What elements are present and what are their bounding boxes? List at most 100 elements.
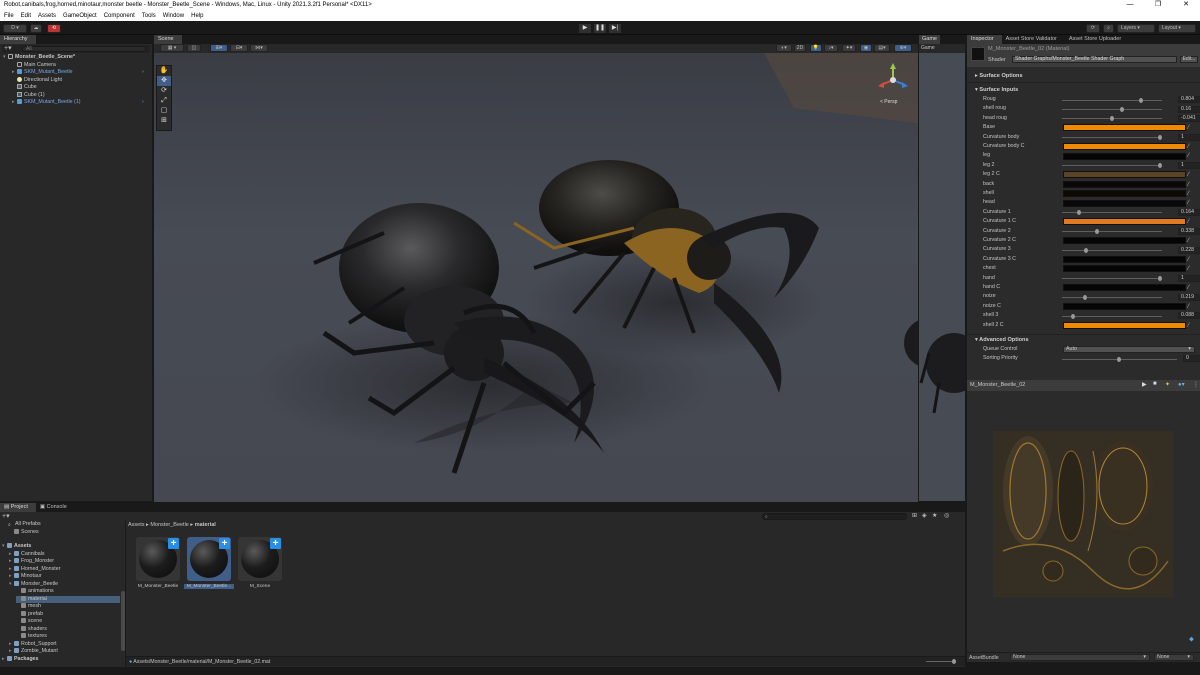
material-asset-thumbnail[interactable]: + — [136, 537, 180, 581]
project-folder-row[interactable]: ▾ Assets — [2, 543, 31, 551]
color-swatch[interactable] — [1063, 124, 1186, 132]
property-value-field[interactable]: 1 — [1178, 161, 1200, 169]
property-value-field[interactable]: 1 — [1178, 274, 1200, 282]
add-to-scene-icon[interactable]: + — [168, 538, 179, 549]
preview-stop-icon[interactable]: ■ — [1153, 381, 1157, 387]
project-folder-row[interactable]: ▸ Packages — [2, 655, 38, 664]
slider-knob[interactable] — [1158, 163, 1162, 169]
layout-dropdown[interactable]: Layout ▾ — [1158, 24, 1196, 33]
hierarchy-search-input[interactable]: All — [22, 46, 146, 52]
project-folder-row[interactable]: scene — [16, 618, 42, 626]
collab-icon[interactable]: ⟲ — [47, 24, 61, 33]
add-icon[interactable]: +▾ — [2, 512, 10, 521]
material-asset-thumbnail[interactable]: + — [187, 537, 231, 581]
color-swatch[interactable] — [1063, 199, 1186, 207]
project-folder-row[interactable]: ▸ Cannibals — [9, 550, 45, 559]
project-folder-row[interactable]: material — [16, 595, 120, 603]
color-swatch[interactable] — [1063, 237, 1186, 245]
visibility-icon[interactable]: ◎ — [944, 512, 949, 521]
star-icon[interactable]: ★ — [932, 512, 937, 521]
surface-options-foldout[interactable]: ▸ Surface Options — [975, 71, 1023, 81]
slider-knob[interactable] — [952, 659, 956, 664]
snap-dropdown[interactable]: ⋈▾ — [250, 44, 268, 52]
slider-knob[interactable] — [1158, 135, 1162, 141]
history-icon[interactable]: ⟳ — [1086, 24, 1100, 33]
property-slider[interactable] — [1062, 116, 1162, 122]
shading-mode-dropdown[interactable]: ◐▾ — [776, 44, 792, 52]
thumbnail-size-slider[interactable] — [926, 659, 956, 664]
tab-game[interactable]: Game — [919, 35, 940, 44]
property-slider[interactable] — [1062, 229, 1162, 235]
slider-knob[interactable] — [1158, 276, 1162, 282]
cloud-icon[interactable]: ☁ — [30, 24, 42, 33]
slider-knob[interactable] — [1070, 313, 1075, 319]
color-swatch[interactable] — [1063, 152, 1186, 160]
favorite-scenes[interactable]: Scenes — [14, 528, 39, 537]
effects-dropdown[interactable]: ✦▾ — [842, 44, 856, 52]
color-swatch[interactable] — [1063, 284, 1186, 292]
tab-scene[interactable]: Scene — [154, 35, 182, 44]
property-value-field[interactable]: -0.041 — [1178, 114, 1200, 122]
surface-inputs-foldout[interactable]: ▾ Surface Inputs — [975, 85, 1018, 95]
material-asset-label[interactable]: M_Monster_Beetle — [133, 584, 183, 589]
property-value-field[interactable]: 0.228 — [1178, 246, 1200, 254]
tree-scrollbar[interactable] — [121, 591, 125, 651]
draw-mode-dropdown[interactable]: ▦ ▾ — [160, 44, 184, 52]
menu-file[interactable]: File — [4, 13, 14, 19]
lighting-toggle[interactable]: 💡 — [810, 44, 822, 52]
add-to-scene-icon[interactable]: + — [219, 538, 230, 549]
project-folder-row[interactable]: shaders — [16, 625, 47, 634]
persp-label[interactable]: < Persp — [880, 99, 897, 105]
account-button[interactable]: D ▾ — [3, 24, 27, 33]
project-folder-row[interactable]: mesh — [16, 603, 41, 611]
property-slider[interactable] — [1062, 210, 1162, 216]
tab-project[interactable]: ▤ Project — [0, 503, 36, 512]
property-value-field[interactable]: 0.219 — [1178, 293, 1200, 301]
edit-shader-button[interactable]: Edit... — [1180, 56, 1198, 63]
menu-help[interactable]: Help — [191, 13, 203, 19]
material-preview-area[interactable]: ⬥ — [967, 391, 1200, 646]
tab-asset-store-validator[interactable]: Asset Store Validator — [1002, 35, 1065, 44]
hierarchy-row[interactable]: Cube (1) — [12, 91, 45, 100]
filter-label-icon[interactable]: ◈ — [922, 512, 927, 521]
project-folder-row[interactable]: animations — [16, 588, 54, 596]
move-tool-icon[interactable]: ✥ — [157, 76, 171, 86]
menu-gameobject[interactable]: GameObject — [63, 13, 97, 19]
color-swatch[interactable] — [1063, 321, 1186, 329]
filter-type-icon[interactable]: ⊞ — [912, 512, 917, 521]
eyedropper-icon[interactable]: ⁄ — [1188, 322, 1189, 331]
game-viewport[interactable] — [919, 53, 965, 501]
hidden-objects-toggle[interactable]: ◉ — [860, 44, 872, 52]
hierarchy-row[interactable]: ▸ SKM_Mutant_Beetle › — [12, 69, 144, 77]
minimize-button[interactable]: — — [1116, 0, 1144, 10]
assetbundle-variant-dropdown[interactable]: None ▾ — [1154, 654, 1194, 661]
scene-gizmo[interactable] — [876, 63, 910, 97]
property-slider[interactable] — [1062, 97, 1162, 103]
pause-button[interactable]: ❚❚ — [594, 24, 606, 33]
favorite-all-prefabs[interactable]: ⌕ All Prefabs — [8, 521, 41, 529]
slider-knob[interactable] — [1110, 116, 1114, 122]
slider-knob[interactable] — [1094, 229, 1099, 235]
property-value-field[interactable]: 1 — [1178, 133, 1200, 141]
tab-inspector[interactable]: Inspector — [967, 35, 1002, 44]
preview-light-icon[interactable]: ✦ — [1165, 381, 1170, 388]
project-folder-row[interactable]: textures — [16, 633, 47, 641]
close-button[interactable]: ✕ — [1172, 0, 1200, 10]
project-folder-row[interactable]: ▸ Horned_Monster — [9, 565, 60, 574]
color-swatch[interactable] — [1063, 190, 1186, 198]
property-slider[interactable] — [1062, 247, 1162, 253]
color-swatch[interactable] — [1063, 255, 1186, 263]
project-folder-row[interactable]: ▸ Zombie_Mutant — [9, 648, 58, 656]
grid-dropdown[interactable]: ⊟▾ — [230, 44, 248, 52]
project-search-input[interactable]: ⌕ — [762, 513, 907, 520]
assetbundle-dropdown[interactable]: None ▾ — [1010, 654, 1150, 661]
slider-knob[interactable] — [1084, 247, 1089, 253]
drag-icon[interactable]: ⬥ — [1189, 636, 1194, 644]
add-to-scene-icon[interactable]: + — [270, 538, 281, 549]
material-asset-thumbnail[interactable]: + — [238, 537, 282, 581]
game-display-dropdown[interactable]: Game — [919, 44, 965, 53]
pivot-dropdown[interactable]: ⊞▾ — [210, 44, 228, 52]
hierarchy-row[interactable]: ▾ Monster_Beetle_Scene* — [3, 54, 75, 62]
project-folder-row[interactable]: ▸ Frog_Monster — [9, 558, 54, 566]
add-icon[interactable]: +▾ — [4, 45, 12, 53]
